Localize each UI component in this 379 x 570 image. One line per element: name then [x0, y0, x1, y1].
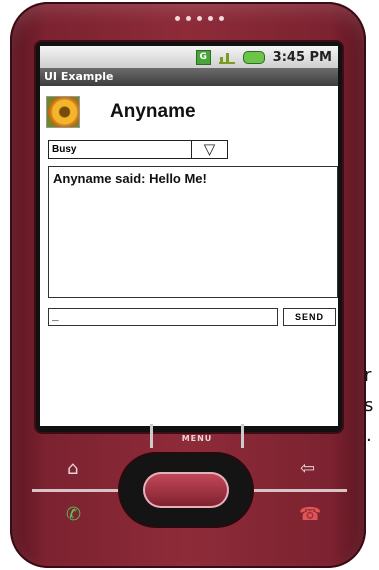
divider-line-right — [252, 489, 347, 492]
trackball-surround — [120, 454, 252, 526]
send-button[interactable]: SEND — [283, 308, 336, 326]
app-title-bar: UI Example — [40, 68, 338, 86]
trackball-button[interactable] — [143, 472, 229, 508]
screen-bezel: G 3:45 PM UI Example Anyname Busy ▽ Anyn… — [36, 42, 342, 432]
end-call-icon[interactable]: ☎ — [299, 504, 321, 525]
chevron-down-icon[interactable]: ▽ — [191, 141, 227, 158]
status-spinner-value: Busy — [52, 144, 77, 155]
menu-button[interactable]: MENU — [150, 424, 244, 448]
call-icon[interactable]: ✆ — [66, 504, 81, 525]
message-input-row: _ SEND — [48, 308, 336, 326]
contact-name: Anyname — [110, 101, 196, 122]
back-icon[interactable]: ⇦ — [300, 458, 315, 479]
status-time: 3:45 PM — [272, 49, 332, 65]
background-text-dot: . — [366, 425, 372, 446]
contact-header: Anyname — [46, 96, 196, 128]
device-screen: G 3:45 PM UI Example Anyname Busy ▽ Anyn… — [40, 46, 338, 426]
chat-area[interactable]: Anyname said: Hello Me! — [48, 166, 338, 298]
speaker-grille — [175, 16, 224, 21]
signal-icon — [218, 50, 235, 64]
status-spinner[interactable]: Busy ▽ — [48, 140, 228, 159]
status-bar: G 3:45 PM — [40, 46, 338, 68]
home-icon[interactable]: ⌂ — [67, 458, 78, 479]
phone-body: G 3:45 PM UI Example Anyname Busy ▽ Anyn… — [10, 2, 366, 568]
divider-line-left — [32, 489, 122, 492]
battery-icon — [242, 50, 265, 64]
g-icon: G — [195, 49, 211, 65]
avatar — [46, 96, 80, 128]
message-input[interactable]: _ — [48, 308, 278, 326]
chat-message: Anyname said: Hello Me! — [53, 171, 207, 186]
